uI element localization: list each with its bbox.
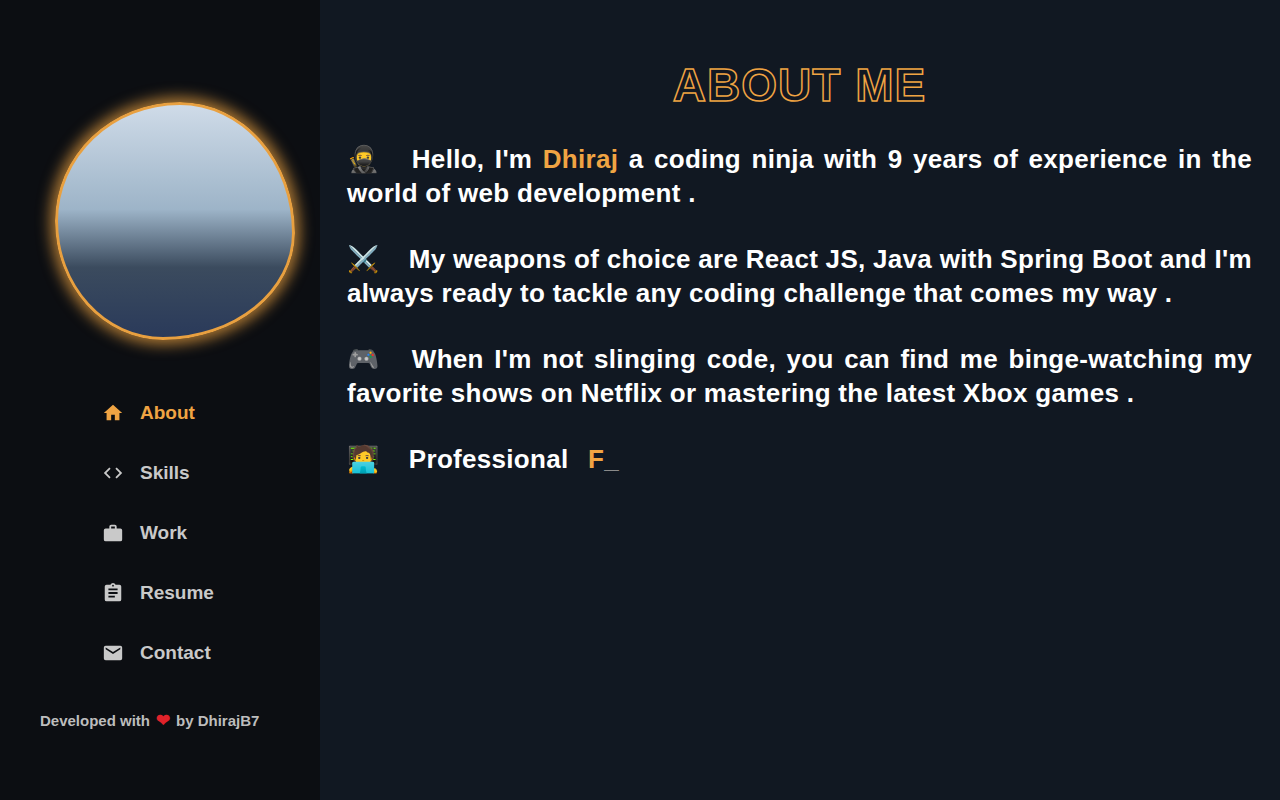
briefcase-icon: [102, 522, 124, 544]
nav-item[interactable]: Skills: [102, 460, 214, 486]
paragraph-text: Dhiraj: [543, 144, 618, 174]
about-paragraph: 🎮 When I'm not slinging code, you can fi…: [347, 342, 1252, 410]
about-paragraph: ⚔️ My weapons of choice are React JS, Ja…: [347, 242, 1252, 310]
nav-item[interactable]: Contact: [102, 640, 214, 666]
heart-icon: ❤: [156, 710, 170, 731]
nav-item[interactable]: Resume: [102, 580, 214, 606]
home-icon: [102, 402, 124, 424]
nav-label: Contact: [140, 642, 211, 664]
nav-label: About: [140, 402, 195, 424]
sidebar: About Skills Work Resume Contact Develop…: [0, 0, 320, 800]
about-paragraph: 🥷 Hello, I'm Dhiraj a coding ninja with …: [347, 142, 1252, 210]
about-section: ABOUT ME 🥷 Hello, I'm Dhiraj a coding ni…: [320, 0, 1280, 800]
nav-item[interactable]: About: [102, 400, 214, 426]
paragraph-text: My weapons of choice are React JS, Java …: [347, 244, 1252, 308]
paragraph-text: When I'm not slinging code, you can find…: [347, 344, 1252, 408]
portfolio-page: About Skills Work Resume Contact Develop…: [0, 0, 1280, 800]
paragraph-icon: ⚔️: [347, 242, 379, 276]
nav-item[interactable]: Work: [102, 520, 214, 546]
typewriter-text: F: [588, 444, 604, 474]
typewriter-prefix: Professional: [409, 444, 569, 474]
typewriter-cursor: _: [604, 444, 619, 474]
footer-author: by DhirajB7: [176, 712, 259, 729]
nav-menu: About Skills Work Resume Contact: [0, 400, 214, 666]
paragraph-icon: 🥷: [347, 142, 379, 176]
code-icon: [102, 462, 124, 484]
mail-icon: [102, 642, 124, 664]
developer-icon: 🧑‍💻: [347, 442, 379, 476]
nav-label: Resume: [140, 582, 214, 604]
paragraph-icon: 🎮: [347, 342, 379, 376]
nav-label: Work: [140, 522, 187, 544]
nav-label: Skills: [140, 462, 190, 484]
footer-text: Developed with: [40, 712, 150, 729]
clipboard-icon: [102, 582, 124, 604]
typewriter-line: 🧑‍💻 Professional F_: [347, 442, 1252, 476]
profile-photo: [55, 102, 295, 340]
paragraph-text: Hello, I'm: [412, 144, 543, 174]
footer-credit: Developed with ❤ by DhirajB7: [0, 710, 259, 731]
section-title: ABOUT ME: [347, 58, 1252, 112]
